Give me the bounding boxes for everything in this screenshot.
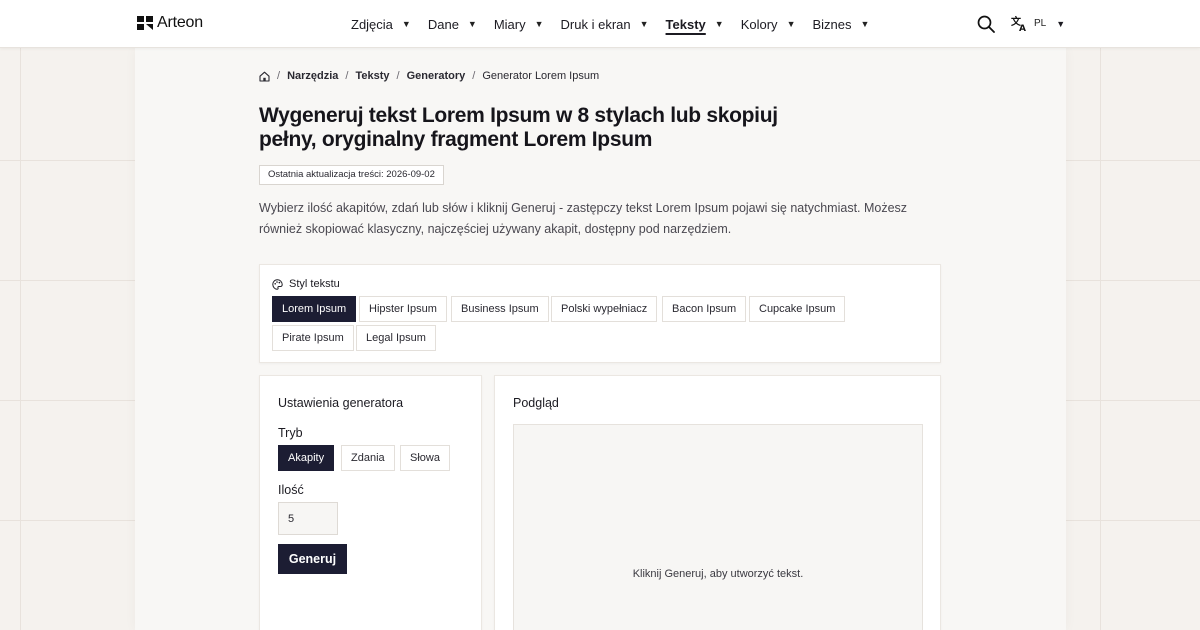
caret-down-icon: ▼ xyxy=(860,19,870,29)
quantity-label: Ilość xyxy=(278,483,304,497)
text-style-label: Styl tekstu xyxy=(289,278,340,290)
nav-label: Dane xyxy=(427,16,459,32)
style-chip-pirate-ipsum[interactable]: Pirate Ipsum xyxy=(272,325,354,351)
nav-item-druk-i-ekran[interactable]: Druk i ekran ▼ xyxy=(561,17,649,32)
nav-item-dane[interactable]: Dane ▼ xyxy=(428,17,477,32)
language-code: PL xyxy=(1034,18,1047,29)
language-selector[interactable]: 文 A PL ▼ xyxy=(1011,15,1065,32)
breadcrumb-item-narzedzia[interactable]: Narzędzia xyxy=(287,70,338,82)
style-chip-bacon-ipsum[interactable]: Bacon Ipsum xyxy=(662,296,747,322)
style-chip-hipster-ipsum[interactable]: Hipster Ipsum xyxy=(359,296,447,322)
mode-button-zdania[interactable]: Zdania xyxy=(341,445,395,471)
translate-icon: 文 A xyxy=(1011,15,1026,32)
palette-icon xyxy=(272,278,283,290)
text-style-heading: Styl tekstu xyxy=(272,278,340,290)
breadcrumb-item-teksty[interactable]: Teksty xyxy=(355,70,389,82)
generator-settings-card: Ustawienia generatora Tryb Akapity Zdani… xyxy=(259,375,482,630)
mode-label: Tryb xyxy=(278,426,303,440)
caret-down-icon: ▼ xyxy=(467,19,477,29)
nav-item-teksty[interactable]: Teksty ▼ xyxy=(666,17,724,32)
text-style-card: Styl tekstu Lorem Ipsum Hipster Ipsum Bu… xyxy=(259,264,941,363)
breadcrumb-separator: / xyxy=(472,70,476,82)
nav-label: Biznes xyxy=(812,16,852,32)
caret-down-icon: ▼ xyxy=(534,19,544,29)
caret-down-icon: ▼ xyxy=(714,19,724,29)
style-chip-lorem-ipsum[interactable]: Lorem Ipsum xyxy=(272,296,357,322)
style-chip-cupcake-ipsum[interactable]: Cupcake Ipsum xyxy=(749,296,846,322)
nav-label: Druk i ekran xyxy=(560,16,631,32)
last-updated-badge: Ostatnia aktualizacja treści: 2026-09-02 xyxy=(259,165,444,185)
breadcrumb-separator: / xyxy=(277,70,281,82)
preview-title: Podgląd xyxy=(513,396,559,410)
intro-text: Wybierz ilość akapitów, zdań lub słów i … xyxy=(259,201,908,236)
nav-label: Zdjęcia xyxy=(351,16,393,32)
page-title: Wygeneruj tekst Lorem Ipsum w 8 stylach … xyxy=(259,104,778,151)
mode-button-akapity[interactable]: Akapity xyxy=(278,445,335,471)
nav-label: Miary xyxy=(493,16,526,32)
quantity-input[interactable] xyxy=(278,502,338,535)
search-icon xyxy=(977,15,995,33)
breadcrumb: / Narzędzia / Teksty / Generatory / Gene… xyxy=(259,70,599,82)
search-button[interactable] xyxy=(977,15,995,33)
home-icon[interactable] xyxy=(259,71,270,82)
breadcrumb-item-generatory[interactable]: Generatory xyxy=(407,70,466,82)
logo-text: Arteon xyxy=(157,14,203,31)
nav-item-kolory[interactable]: Kolory ▼ xyxy=(741,17,796,32)
generate-button[interactable]: Generuj xyxy=(278,544,347,574)
preview-placeholder: Kliknij Generuj, aby utworzyć tekst. xyxy=(632,568,804,580)
logo[interactable]: Arteon xyxy=(137,14,203,32)
settings-title: Ustawienia generatora xyxy=(278,396,404,410)
style-chip-polski-wypelniacz[interactable]: Polski wypełniacz xyxy=(551,296,658,322)
mode-button-slowa[interactable]: Słowa xyxy=(400,445,450,471)
breadcrumb-separator: / xyxy=(345,70,349,82)
caret-down-icon: ▼ xyxy=(401,19,411,29)
preview-card: Podgląd Kliknij Generuj, aby utworzyć te… xyxy=(494,375,941,630)
caret-down-icon: ▼ xyxy=(1056,18,1066,29)
breadcrumb-separator: / xyxy=(396,70,400,82)
top-header: Arteon Zdjęcia ▼ Dane ▼ Miary ▼ Druk i e… xyxy=(0,0,1200,48)
svg-text:A: A xyxy=(1019,24,1026,32)
breadcrumb-current: Generator Lorem Ipsum xyxy=(482,70,600,82)
nav-item-zdjecia[interactable]: Zdjęcia ▼ xyxy=(351,17,411,32)
caret-down-icon: ▼ xyxy=(639,19,649,29)
preview-area[interactable]: Kliknij Generuj, aby utworzyć tekst. xyxy=(513,424,923,630)
nav-item-biznes[interactable]: Biznes ▼ xyxy=(812,17,869,32)
nav-label: Kolory xyxy=(740,16,778,32)
nav-label: Teksty xyxy=(665,16,706,32)
logo-icon xyxy=(137,16,153,30)
main-nav: Zdjęcia ▼ Dane ▼ Miary ▼ Druk i ekran ▼ … xyxy=(351,0,886,48)
style-chip-legal-ipsum[interactable]: Legal Ipsum xyxy=(356,325,436,351)
main-container: / Narzędzia / Teksty / Generatory / Gene… xyxy=(135,48,1066,630)
nav-item-miary[interactable]: Miary ▼ xyxy=(494,17,544,32)
style-chip-business-ipsum[interactable]: Business Ipsum xyxy=(451,296,549,322)
caret-down-icon: ▼ xyxy=(786,19,796,29)
